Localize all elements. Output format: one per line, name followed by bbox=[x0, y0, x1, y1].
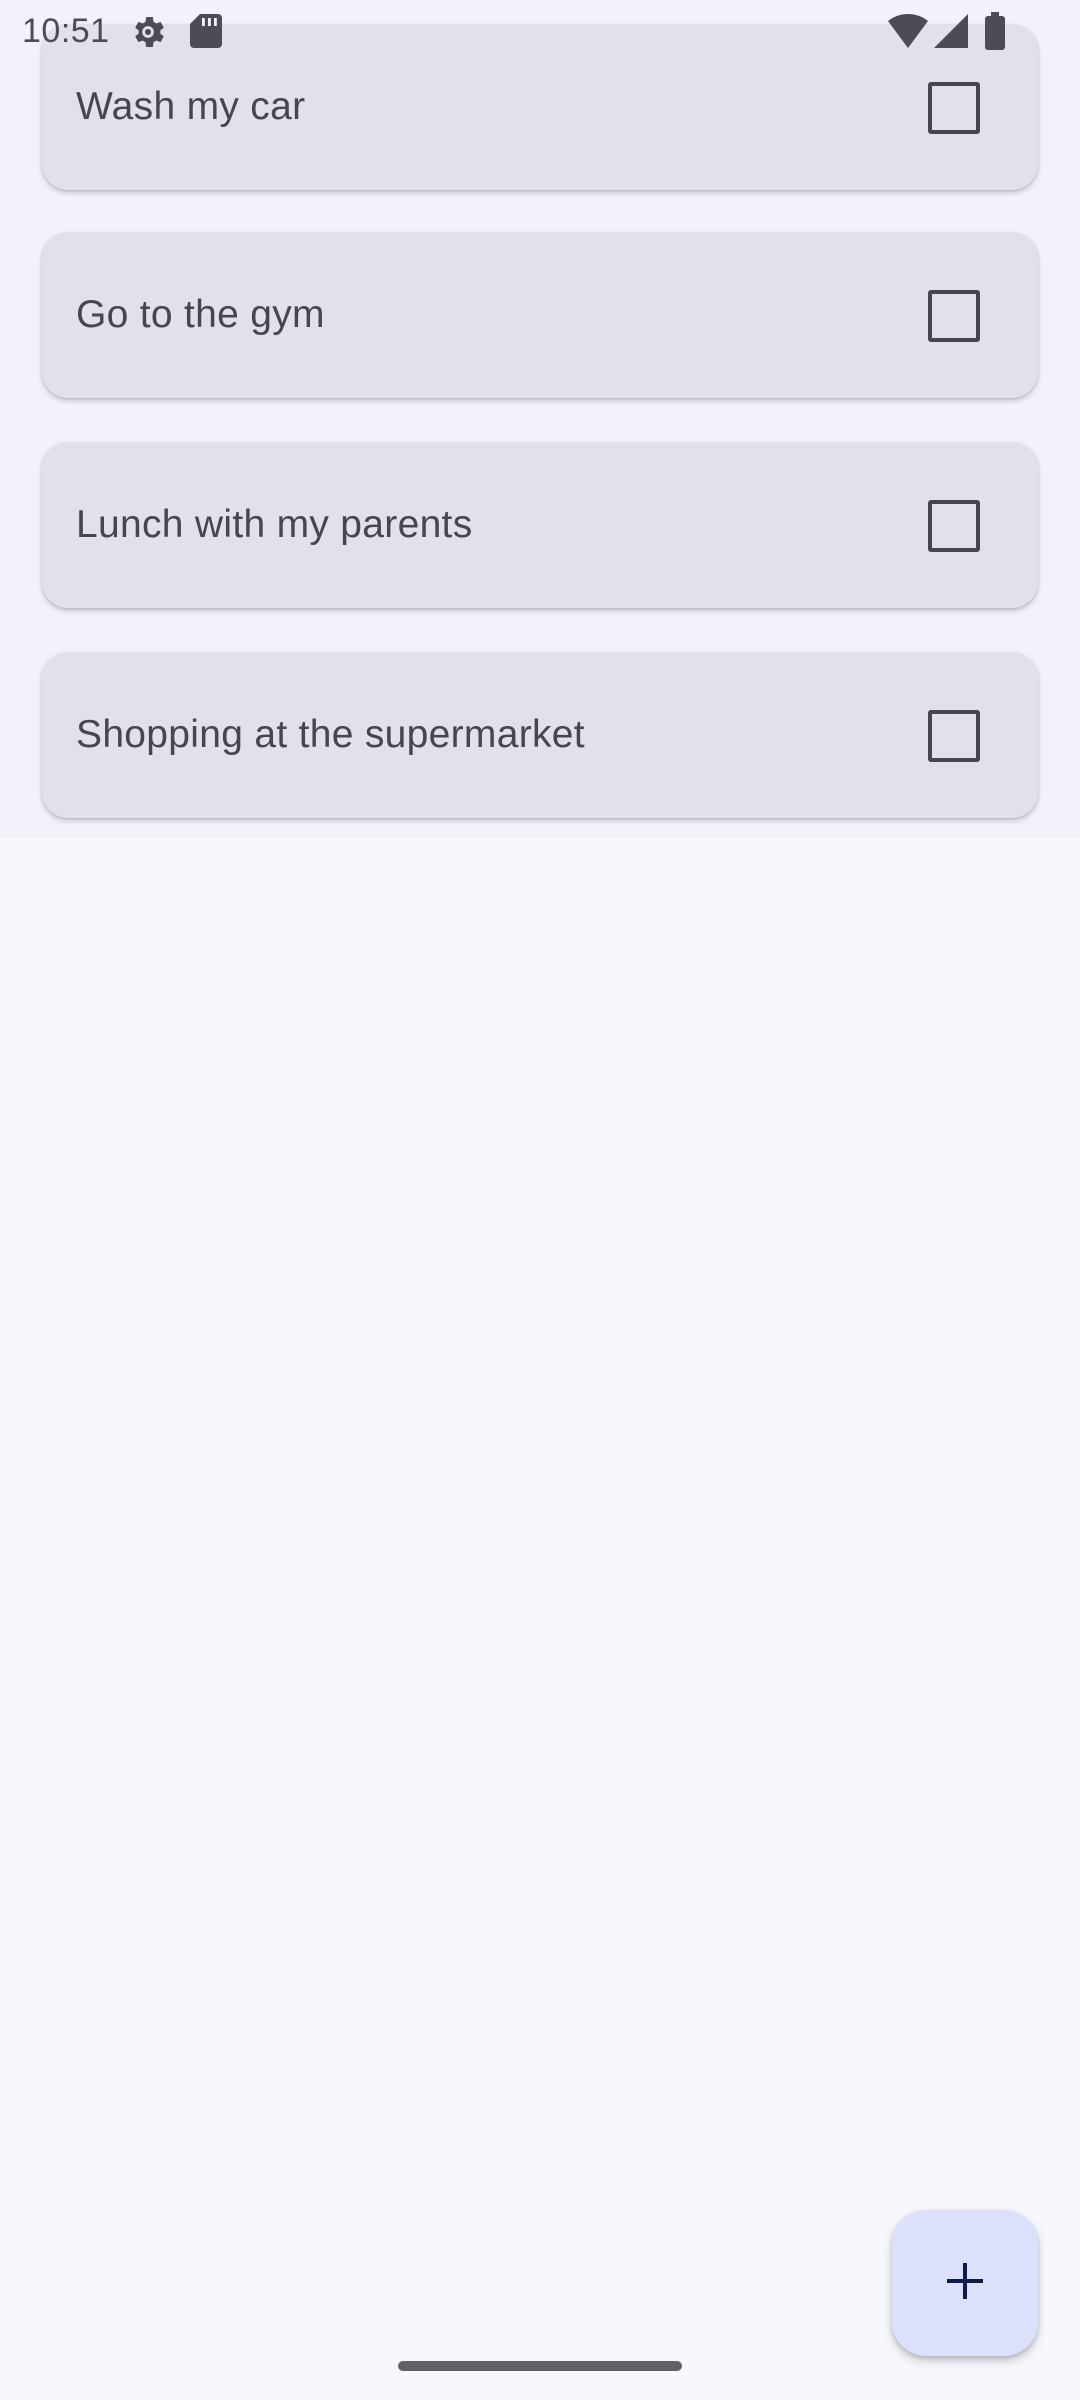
task-label: Lunch with my parents bbox=[76, 503, 473, 546]
gesture-nav-handle[interactable] bbox=[398, 2361, 682, 2371]
task-card[interactable]: Lunch with my parents bbox=[42, 442, 1038, 608]
screen: Wash my car Go to the gym Lunch with my … bbox=[0, 0, 1080, 2400]
task-label: Shopping at the supermarket bbox=[76, 713, 585, 756]
task-label: Go to the gym bbox=[76, 293, 325, 336]
wifi-icon bbox=[888, 14, 928, 48]
task-checkbox[interactable] bbox=[928, 82, 980, 134]
status-bar: 10:51 bbox=[0, 0, 1080, 64]
status-time: 10:51 bbox=[22, 12, 110, 50]
task-card[interactable]: Shopping at the supermarket bbox=[42, 652, 1038, 818]
battery-icon bbox=[984, 12, 1006, 50]
sd-card-icon bbox=[190, 14, 222, 48]
add-task-fab[interactable] bbox=[892, 2210, 1038, 2356]
task-checkbox[interactable] bbox=[928, 500, 980, 552]
plus-icon bbox=[945, 2261, 985, 2306]
task-checkbox[interactable] bbox=[928, 290, 980, 342]
settings-gear-icon bbox=[128, 12, 168, 52]
task-checkbox[interactable] bbox=[928, 710, 980, 762]
cellular-signal-icon bbox=[934, 14, 968, 48]
task-card[interactable]: Go to the gym bbox=[42, 232, 1038, 398]
task-list: Wash my car Go to the gym Lunch with my … bbox=[0, 0, 1080, 838]
